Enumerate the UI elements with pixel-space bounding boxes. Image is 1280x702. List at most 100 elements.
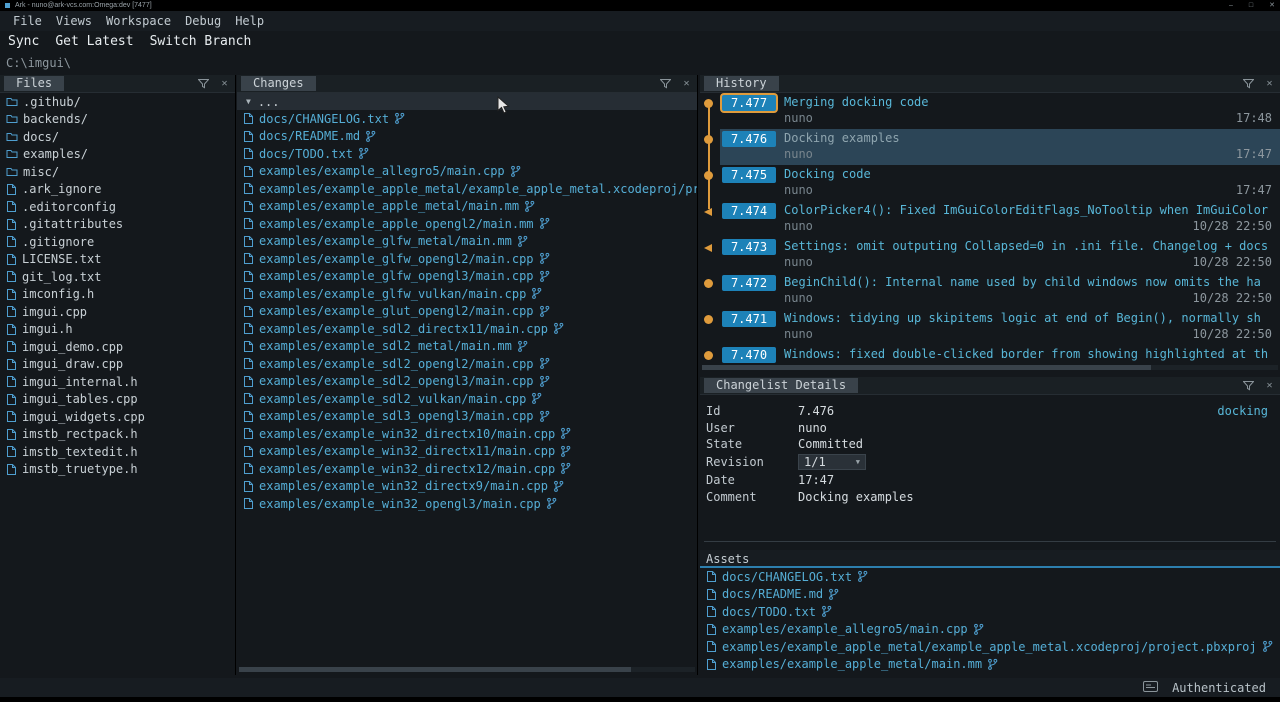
filter-icon[interactable]	[197, 78, 210, 90]
filter-icon[interactable]	[1242, 380, 1255, 392]
toolbar-get-latest-button[interactable]: Get Latest	[55, 34, 133, 49]
changed-file-row[interactable]: examples/example_glut_opengl2/main.cpp	[237, 303, 697, 321]
file-tree-item[interactable]: examples/	[0, 146, 235, 164]
changed-file-row[interactable]: examples/example_win32_directx10/main.cp…	[237, 425, 697, 443]
menu-views[interactable]: Views	[49, 14, 99, 28]
changed-file-row[interactable]: examples/example_allegro5/main.cpp	[700, 621, 1280, 639]
changed-file-row[interactable]: examples/example_apple_metal/example_app…	[700, 638, 1280, 656]
changed-file-row[interactable]: examples/example_win32_directx12/main.cp…	[237, 460, 697, 478]
file-icon	[243, 165, 254, 178]
file-tree-item[interactable]: imgui_widgets.cpp	[0, 408, 235, 426]
file-tree-item[interactable]: imstb_rectpack.h	[0, 426, 235, 444]
changed-file-row[interactable]: examples/example_apple_metal/example_app…	[237, 180, 697, 198]
changes-horizontal-scrollbar[interactable]	[239, 667, 695, 672]
changed-file-row[interactable]: docs/README.md	[700, 586, 1280, 604]
scrollbar-thumb[interactable]	[702, 365, 1151, 370]
close-button[interactable]: ✕	[1269, 0, 1275, 11]
changed-file-row[interactable]: examples/example_glfw_opengl2/main.cpp	[237, 250, 697, 268]
commit-message: Docking examples	[784, 130, 1274, 147]
branch-icon	[517, 235, 528, 248]
field-label: Revision	[706, 455, 798, 469]
item-label: imstb_rectpack.h	[22, 427, 138, 441]
file-tree-item[interactable]: imstb_textedit.h	[0, 443, 235, 461]
changed-file-row[interactable]: examples/example_sdl2_opengl3/main.cpp	[237, 373, 697, 391]
changed-file-row[interactable]: docs/CHANGELOG.txt	[237, 110, 697, 128]
file-tree-item[interactable]: .ark_ignore	[0, 181, 235, 199]
file-tree-item[interactable]: .editorconfig	[0, 198, 235, 216]
file-tree-item[interactable]: imgui_demo.cpp	[0, 338, 235, 356]
toolbar-switch-branch-button[interactable]: Switch Branch	[150, 34, 252, 49]
history-row[interactable]: 7.470Windows: fixed double-clicked borde…	[700, 345, 1280, 364]
changed-file-row[interactable]: examples/example_glfw_metal/main.mm	[237, 233, 697, 251]
file-tree-item[interactable]: imgui_tables.cpp	[0, 391, 235, 409]
file-tree-item[interactable]: imgui.cpp	[0, 303, 235, 321]
file-icon	[243, 270, 254, 283]
close-panel-icon[interactable]: ✕	[1263, 78, 1276, 90]
file-tree-item[interactable]: imconfig.h	[0, 286, 235, 304]
history-row[interactable]: 7.474ColorPicker4(): Fixed ImGuiColorEdi…	[700, 201, 1280, 237]
branch-icon	[365, 130, 376, 143]
changed-file-row[interactable]: examples/example_glfw_opengl3/main.cpp	[237, 268, 697, 286]
file-tree-item[interactable]: imgui_draw.cpp	[0, 356, 235, 374]
item-label: imstb_textedit.h	[22, 445, 138, 459]
changed-file-row[interactable]: examples/example_sdl2_directx11/main.cpp	[237, 320, 697, 338]
changed-file-row[interactable]: examples/example_glfw_vulkan/main.cpp	[237, 285, 697, 303]
changed-file-row[interactable]: examples/example_allegro5/main.cpp	[237, 163, 697, 181]
changed-file-row[interactable]: examples/example_sdl2_metal/main.mm	[237, 338, 697, 356]
history-row[interactable]: 7.477Merging docking codenuno17:48	[700, 93, 1280, 129]
file-tree-item[interactable]: imstb_truetype.h	[0, 461, 235, 479]
history-row[interactable]: 7.473Settings: omit outputing Collapsed=…	[700, 237, 1280, 273]
menu-help[interactable]: Help	[228, 14, 271, 28]
detail-row-id: Id 7.476 docking	[700, 403, 1280, 420]
file-tree-item[interactable]: .github/	[0, 93, 235, 111]
changed-file-row[interactable]: examples/example_apple_metal/main.mm	[237, 198, 697, 216]
history-panel-header: History ✕	[700, 75, 1280, 93]
file-tree-item[interactable]: imgui_internal.h	[0, 373, 235, 391]
history-row[interactable]: 7.476Docking examplesnuno17:47	[700, 129, 1280, 165]
menu-debug[interactable]: Debug	[178, 14, 228, 28]
history-horizontal-scrollbar[interactable]	[702, 365, 1278, 370]
changes-root-node[interactable]: ▼ ...	[237, 93, 697, 110]
menu-workspace[interactable]: Workspace	[99, 14, 178, 28]
history-row[interactable]: 7.471Windows: tidying up skipitems logic…	[700, 309, 1280, 345]
changed-file-row[interactable]: examples/example_sdl3_opengl3/main.cpp	[237, 408, 697, 426]
changed-file-row[interactable]: examples/example_win32_directx11/main.cp…	[237, 443, 697, 461]
close-panel-icon[interactable]: ✕	[1263, 380, 1276, 392]
filter-icon[interactable]	[659, 78, 672, 90]
maximize-button[interactable]: □	[1249, 0, 1253, 11]
changed-file-row[interactable]: examples/example_win32_opengl3/main.cpp	[237, 495, 697, 513]
file-tree-item[interactable]: git_log.txt	[0, 268, 235, 286]
changed-file-row[interactable]: examples/example_sdl2_vulkan/main.cpp	[237, 390, 697, 408]
changed-file-row[interactable]: docs/CHANGELOG.txt	[700, 568, 1280, 586]
file-tree-item[interactable]: .gitignore	[0, 233, 235, 251]
graph-dot-icon	[704, 351, 713, 360]
changed-file-row[interactable]: examples/example_sdl2_opengl2/main.cpp	[237, 355, 697, 373]
assets-header[interactable]: Assets	[700, 550, 1280, 568]
changed-file-row[interactable]: docs/TODO.txt	[700, 603, 1280, 621]
file-tree-item[interactable]: misc/	[0, 163, 235, 181]
item-label: imgui_demo.cpp	[22, 340, 123, 354]
changed-file-row[interactable]: examples/example_apple_metal/main.mm	[700, 656, 1280, 674]
menu-file[interactable]: File	[6, 14, 49, 28]
filter-icon[interactable]	[1242, 78, 1255, 90]
changed-file-row[interactable]: examples/example_apple_opengl2/main.mm	[237, 215, 697, 233]
assets-section: Assets docs/CHANGELOG.txtdocs/README.mdd…	[700, 550, 1280, 676]
file-tree-item[interactable]: imgui.h	[0, 321, 235, 339]
file-tree-item[interactable]: .gitattributes	[0, 216, 235, 234]
file-tree-item[interactable]: LICENSE.txt	[0, 251, 235, 269]
revision-dropdown[interactable]: 1/1 ▼	[798, 454, 866, 470]
changed-file-row[interactable]: examples/example_win32_directx9/main.cpp	[237, 478, 697, 496]
close-panel-icon[interactable]: ✕	[218, 78, 231, 90]
file-tree-item[interactable]: docs/	[0, 128, 235, 146]
item-label: docs/README.md	[259, 129, 360, 143]
history-row[interactable]: 7.475Docking codenuno17:47	[700, 165, 1280, 201]
item-label: examples/example_glfw_opengl3/main.cpp	[259, 269, 534, 283]
changed-file-row[interactable]: docs/README.md	[237, 128, 697, 146]
toolbar-sync-button[interactable]: Sync	[8, 34, 39, 49]
minimize-button[interactable]: –	[1229, 0, 1233, 11]
close-panel-icon[interactable]: ✕	[680, 78, 693, 90]
history-row[interactable]: 7.472BeginChild(): Internal name used by…	[700, 273, 1280, 309]
file-tree-item[interactable]: backends/	[0, 111, 235, 129]
changed-file-row[interactable]: docs/TODO.txt	[237, 145, 697, 163]
scrollbar-thumb[interactable]	[239, 667, 631, 672]
